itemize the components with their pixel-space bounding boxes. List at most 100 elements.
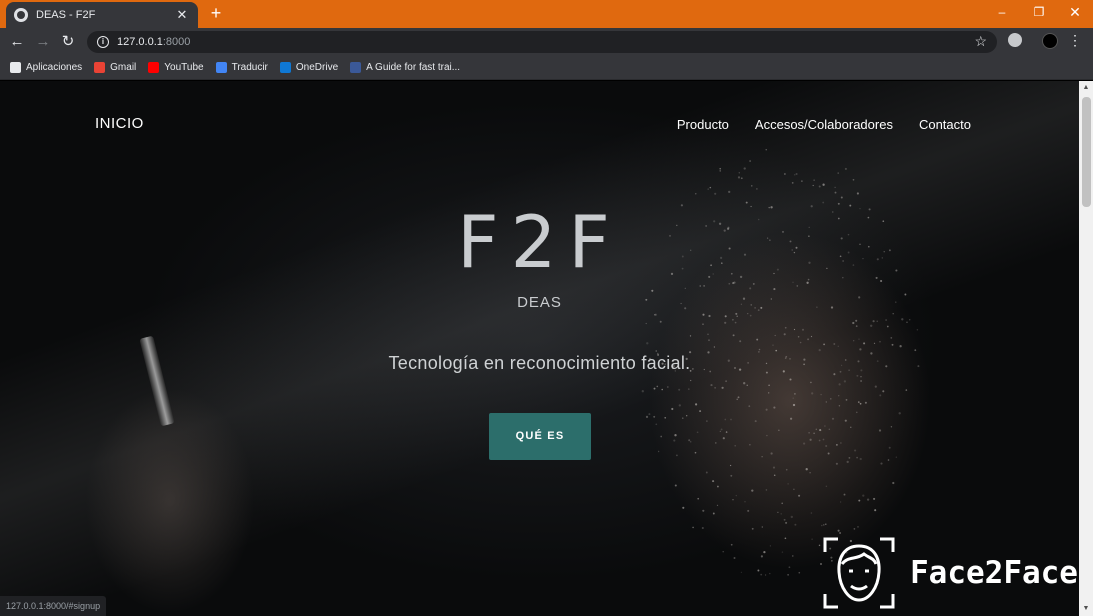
mesh-dot [811, 392, 814, 395]
mesh-dot [873, 342, 876, 344]
mesh-dot [914, 349, 917, 352]
site-info-icon[interactable]: i [97, 36, 109, 48]
mesh-dot [702, 509, 705, 512]
mesh-dot [901, 318, 904, 321]
mesh-dot [790, 515, 793, 519]
mesh-dot [836, 444, 838, 446]
mesh-dot [706, 420, 708, 422]
mesh-dot [719, 170, 721, 172]
mesh-dot [818, 185, 821, 188]
mesh-dot [730, 418, 732, 421]
mesh-dot [735, 312, 738, 315]
mesh-dot [863, 342, 866, 345]
mesh-dot [870, 324, 873, 327]
scroll-down-icon[interactable]: ▼ [1079, 602, 1093, 616]
mesh-dot [655, 423, 658, 426]
mesh-dot [674, 484, 677, 487]
mesh-dot [874, 385, 877, 388]
browser-tab[interactable]: DEAS - F2F ✕ [6, 2, 198, 28]
mesh-dot [678, 388, 681, 391]
mesh-dot [765, 489, 768, 491]
nav-link-accesos[interactable]: Accesos/Colaboradores [755, 117, 893, 132]
mesh-dot [761, 456, 763, 458]
mesh-dot [736, 398, 738, 401]
mesh-dot [660, 435, 663, 438]
mesh-dot [763, 550, 766, 554]
mesh-dot [773, 288, 776, 291]
mesh-dot [743, 382, 746, 385]
mesh-dot [825, 444, 828, 448]
mesh-dot [839, 501, 842, 503]
scroll-thumb[interactable] [1082, 97, 1091, 207]
mesh-dot [719, 430, 721, 432]
mesh-dot [751, 489, 754, 492]
address-bar[interactable]: i 127.0.0.1 :8000 ☆ [87, 31, 997, 53]
vertical-scrollbar[interactable]: ▲ ▼ [1079, 81, 1093, 616]
tab-close-icon[interactable]: ✕ [174, 7, 190, 23]
mesh-dot [838, 405, 841, 407]
mesh-dot [810, 512, 813, 514]
restore-button[interactable]: ❐ [1021, 0, 1057, 26]
mesh-dot [774, 334, 776, 337]
nav-link-contacto[interactable]: Contacto [919, 117, 971, 132]
mesh-dot [756, 188, 758, 190]
mesh-dot [766, 434, 768, 437]
mesh-dot [744, 501, 746, 503]
mesh-dot [773, 406, 776, 409]
bookmark-item[interactable]: YouTube [148, 62, 204, 73]
mesh-dot [794, 523, 797, 526]
nav-home-link[interactable]: INICIO [95, 115, 144, 132]
apps-grid-icon [10, 62, 21, 73]
mesh-dot [769, 572, 771, 575]
mesh-dot [784, 326, 787, 329]
minimize-button[interactable]: – [984, 0, 1020, 26]
bookmark-item[interactable]: Gmail [94, 62, 136, 73]
mesh-dot [860, 380, 863, 382]
mesh-dot [749, 314, 752, 317]
mesh-dot [793, 488, 795, 491]
reload-icon[interactable]: ↻ [58, 32, 78, 52]
forward-arrow-icon[interactable]: → [33, 32, 53, 52]
nav-link-producto[interactable]: Producto [677, 117, 729, 132]
mesh-dot [859, 457, 862, 461]
mesh-dot [749, 160, 751, 162]
back-arrow-icon[interactable]: ← [7, 32, 27, 52]
mesh-dot [709, 186, 712, 189]
mesh-dot [780, 513, 782, 515]
bookmark-item[interactable]: OneDrive [279, 62, 338, 73]
mesh-dot [802, 328, 804, 331]
youtube-icon [148, 62, 160, 73]
mesh-dot [866, 498, 870, 501]
kebab-menu-icon[interactable]: ⋮ [1068, 31, 1082, 49]
mesh-dot [853, 528, 856, 530]
mesh-dot [837, 172, 839, 174]
mesh-dot [714, 387, 716, 389]
bookmark-star-icon[interactable]: ☆ [974, 33, 987, 50]
mesh-dot [843, 380, 847, 383]
mesh-dot [827, 452, 830, 455]
mesh-dot [710, 384, 713, 387]
browser-toolbar: ← → ↻ i 127.0.0.1 :8000 ☆ [0, 28, 1093, 56]
mesh-dot [751, 185, 753, 187]
hero-logo: F2F [457, 200, 622, 284]
scroll-up-icon[interactable]: ▲ [1079, 81, 1093, 95]
mesh-dot [714, 192, 717, 195]
new-tab-button[interactable]: + [206, 3, 226, 23]
bookmark-item[interactable]: A Guide for fast trai... [350, 62, 460, 73]
bookmark-item[interactable]: Aplicaciones [10, 62, 82, 73]
mesh-dot [828, 428, 830, 430]
mesh-dot [729, 464, 732, 467]
mesh-dot [825, 523, 827, 525]
profile-avatar[interactable] [1042, 33, 1058, 49]
bookmark-item[interactable]: Traducir [215, 62, 268, 73]
mesh-dot [895, 456, 897, 458]
mesh-dot [737, 396, 740, 399]
que-es-button[interactable]: QUÉ ES [489, 413, 591, 460]
extension-icon[interactable] [1008, 33, 1022, 47]
close-window-button[interactable]: ✕ [1057, 0, 1093, 26]
mesh-dot [833, 343, 836, 345]
mesh-dot [765, 408, 768, 411]
mesh-dot [788, 566, 791, 569]
mesh-dot [792, 555, 794, 557]
mesh-dot [843, 493, 846, 496]
